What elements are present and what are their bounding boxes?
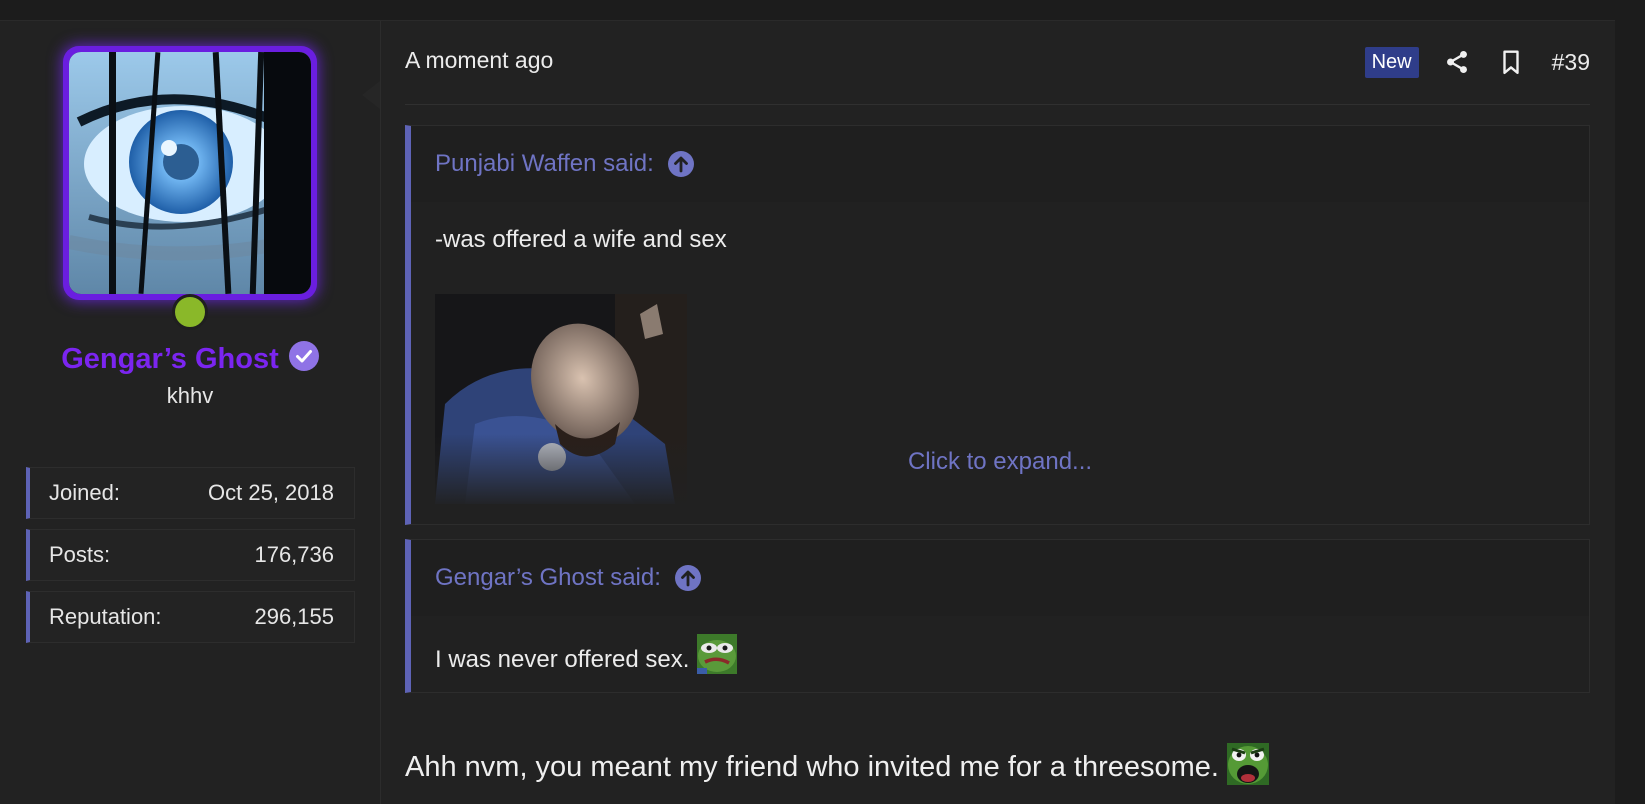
verified-badge-icon — [288, 341, 319, 371]
message-actions: New #39 — [1364, 45, 1590, 79]
quote-content: -was offered a wife and sex Click to exp… — [411, 202, 1589, 524]
stat-joined: Joined: Oct 25, 2018 — [26, 467, 355, 519]
post-body-text: Ahh nvm, you meant my friend who invited… — [405, 751, 1219, 783]
quote-attribution: Gengar’s Ghost said: — [411, 540, 1589, 616]
user-title: khhv — [166, 383, 214, 408]
quote-text: -was offered a wife and sex — [435, 226, 727, 253]
username-row: Gengar’s Ghost — [0, 341, 380, 376]
stat-value: Oct 25, 2018 — [208, 480, 334, 505]
avatar-image — [69, 52, 311, 294]
post-body: Ahh nvm, you meant my friend who invited… — [405, 743, 1269, 785]
stat-reputation: Reputation: 296,155 — [26, 591, 355, 643]
new-badge: New — [1364, 46, 1419, 78]
online-status-indicator — [172, 294, 208, 330]
stat-value: 176,736 — [254, 542, 334, 567]
bookmark-icon[interactable] — [1498, 49, 1524, 75]
avatar-frame[interactable] — [63, 46, 317, 300]
quote-content: I was never offered sex. — [411, 616, 1589, 674]
user-sidebar: Gengar’s Ghost khhv Joined: Oct 25, 2018… — [0, 21, 381, 804]
arrow-up-circle-icon[interactable] — [674, 565, 701, 591]
post-date[interactable]: A moment ago — [405, 47, 553, 74]
click-to-expand-link[interactable]: Click to expand... — [411, 448, 1589, 476]
stat-value: 296,155 — [254, 604, 334, 629]
quote-block: Gengar’s Ghost said: I was never offered… — [405, 539, 1590, 693]
quote-author-link[interactable]: Gengar’s Ghost said: — [435, 564, 661, 592]
quote-author-link[interactable]: Punjabi Waffen said: — [435, 150, 654, 178]
screaming-pepe-emoji-icon — [1226, 743, 1269, 785]
message-header: A moment ago New #39 — [405, 21, 1590, 105]
post-number-link[interactable]: #39 — [1552, 49, 1590, 76]
stat-posts: Posts: 176,736 — [26, 529, 355, 581]
arrow-up-circle-icon[interactable] — [667, 151, 694, 177]
stat-label: Joined: — [49, 480, 120, 505]
share-icon[interactable] — [1444, 49, 1470, 75]
message-pointer — [362, 81, 380, 109]
quote-text: I was never offered sex. — [435, 646, 690, 673]
stat-label: Posts: — [49, 542, 111, 567]
quote-block: Punjabi Waffen said: -was offered a wife… — [405, 125, 1590, 525]
user-stats: Joined: Oct 25, 2018 Posts: 176,736 Repu… — [26, 467, 355, 653]
username[interactable]: Gengar’s Ghost — [61, 343, 279, 375]
stat-label: Reputation: — [49, 604, 162, 629]
post-container: Gengar’s Ghost khhv Joined: Oct 25, 2018… — [0, 20, 1615, 804]
avatar[interactable] — [69, 52, 311, 294]
quote-attribution: Punjabi Waffen said: — [411, 126, 1589, 202]
sad-pepe-emoji-icon — [697, 634, 738, 674]
